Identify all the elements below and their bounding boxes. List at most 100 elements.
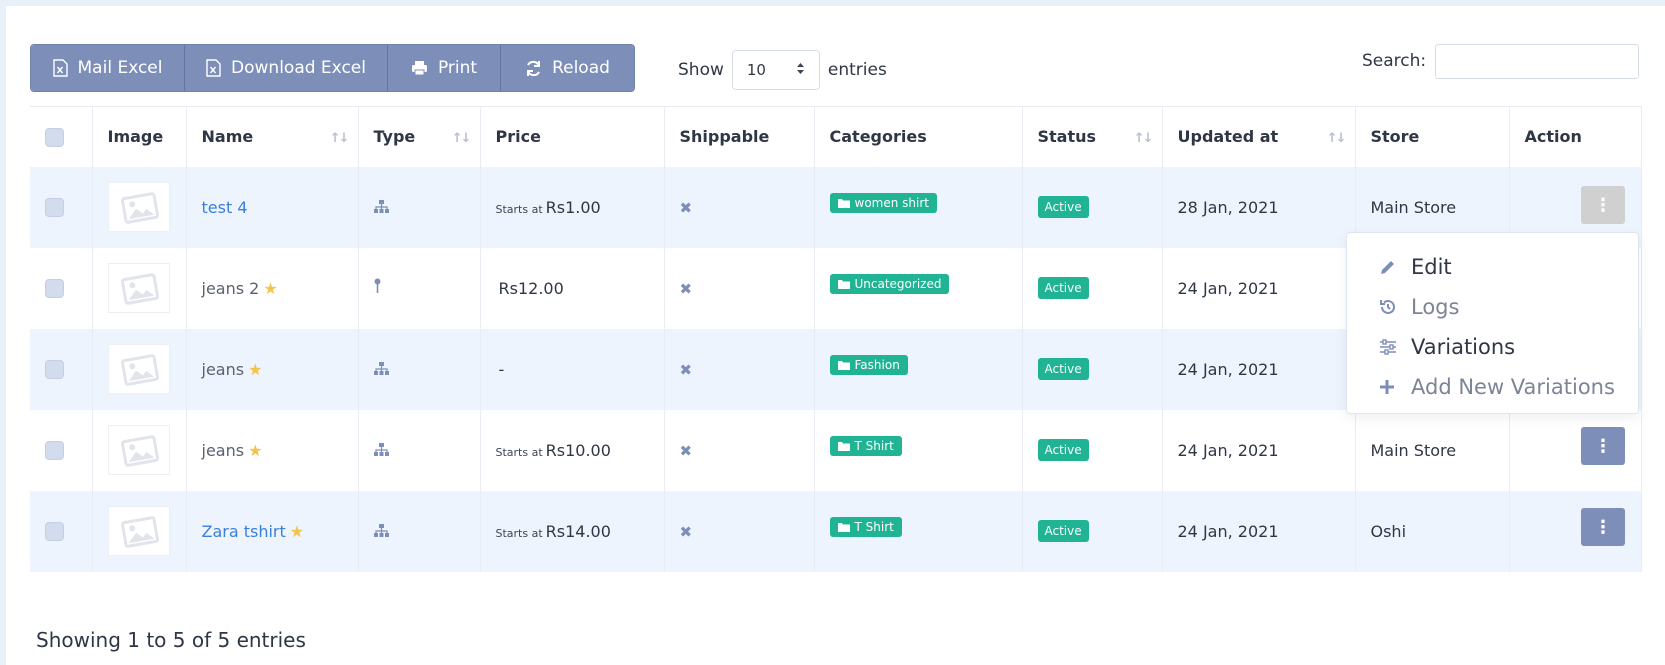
sort-icon[interactable]: ↑↓ bbox=[452, 131, 472, 146]
row-action-button[interactable]: ⋮ bbox=[1581, 508, 1625, 546]
row-select-cell bbox=[30, 167, 92, 248]
row-checkbox[interactable] bbox=[45, 522, 64, 541]
price-prefix: Starts at bbox=[495, 526, 543, 540]
status-badge: Active bbox=[1037, 358, 1089, 380]
star-icon: ★ bbox=[263, 278, 278, 298]
status-cell: Active bbox=[1021, 166, 1162, 248]
category-badge: women shirt bbox=[829, 193, 937, 213]
row-action-menu: Edit Logs Variations Add New Variations bbox=[1346, 232, 1639, 414]
column-header-updated-label: Updated at bbox=[1177, 127, 1279, 147]
printer-icon bbox=[411, 60, 428, 76]
categories-cell: Uncategorized bbox=[813, 247, 1022, 329]
price-cell: - bbox=[479, 328, 664, 410]
row-select-cell bbox=[30, 491, 92, 572]
row-action-button[interactable]: ⋮ bbox=[1581, 186, 1625, 224]
column-header-updated-at[interactable]: Updated at ↑↓ bbox=[1161, 106, 1355, 167]
sort-icon[interactable]: ↑↓ bbox=[330, 131, 350, 146]
store-cell: Main Store bbox=[1354, 409, 1509, 491]
page-length-value: 10 bbox=[746, 61, 766, 79]
price-value: - bbox=[498, 359, 505, 379]
times-icon: ✖ bbox=[679, 441, 693, 460]
row-select-cell bbox=[30, 410, 92, 491]
row-action-button[interactable]: ⋮ bbox=[1581, 427, 1625, 465]
select-all-checkbox[interactable] bbox=[45, 127, 64, 147]
show-label: Show bbox=[678, 60, 724, 80]
product-name[interactable]: test 4 bbox=[202, 198, 248, 217]
product-image-placeholder bbox=[107, 506, 170, 556]
image-cell bbox=[91, 490, 186, 572]
type-cell bbox=[357, 166, 480, 248]
mail-excel-button[interactable]: Mail Excel bbox=[31, 45, 185, 91]
product-name: jeans 2 bbox=[201, 278, 260, 298]
name-cell: Zara tshirt ★ bbox=[185, 490, 358, 572]
row-checkbox[interactable] bbox=[45, 360, 64, 379]
product-name[interactable]: Zara tshirt bbox=[202, 522, 286, 541]
entries-label: entries bbox=[827, 60, 887, 80]
ellipsis-vertical-icon: ⋮ bbox=[1594, 194, 1612, 216]
times-icon: ✖ bbox=[679, 360, 693, 379]
column-header-shippable: Shippable bbox=[663, 106, 814, 167]
pin-icon bbox=[374, 278, 381, 298]
excel-file-icon bbox=[52, 59, 68, 77]
table-row: jeans ★ Starts at Rs10.00 ✖ T Shirt Active… bbox=[30, 409, 1641, 491]
image-cell bbox=[91, 247, 186, 329]
type-cell bbox=[357, 490, 480, 572]
folder-open-icon bbox=[837, 360, 850, 370]
search-control: Search: bbox=[1362, 42, 1640, 80]
price-cell: Starts at Rs1.00 bbox=[479, 166, 664, 248]
column-header-name[interactable]: Name ↑↓ bbox=[185, 106, 358, 167]
row-checkbox[interactable] bbox=[45, 441, 64, 460]
menu-item-variations[interactable]: Variations bbox=[1347, 327, 1638, 367]
price-cell: Starts at Rs10.00 bbox=[479, 409, 664, 491]
menu-item-logs[interactable]: Logs bbox=[1347, 287, 1638, 327]
column-header-type[interactable]: Type ↑↓ bbox=[357, 106, 480, 167]
star-icon: ★ bbox=[248, 440, 263, 460]
row-checkbox[interactable] bbox=[45, 279, 64, 298]
sort-icon[interactable]: ↑↓ bbox=[1327, 131, 1347, 146]
menu-item-variations-label: Variations bbox=[1411, 335, 1516, 359]
type-cell bbox=[357, 409, 480, 491]
menu-item-add-new-variations[interactable]: Add New Variations bbox=[1347, 367, 1638, 407]
status-cell: Active bbox=[1021, 490, 1162, 572]
menu-item-edit[interactable]: Edit bbox=[1347, 247, 1638, 287]
status-badge: Active bbox=[1037, 196, 1089, 218]
folder-open-icon bbox=[837, 279, 850, 289]
price-value: Rs12.00 bbox=[498, 278, 564, 298]
column-header-type-label: Type bbox=[373, 127, 416, 147]
select-arrows-icon bbox=[796, 61, 805, 79]
shippable-cell: ✖ bbox=[663, 409, 814, 491]
download-excel-button[interactable]: Download Excel bbox=[185, 45, 388, 91]
category-label: women shirt bbox=[854, 196, 929, 210]
reload-button[interactable]: Reload bbox=[501, 45, 634, 91]
type-cell bbox=[357, 247, 480, 329]
column-header-status[interactable]: Status ↑↓ bbox=[1021, 106, 1162, 167]
page-length-select[interactable]: 10 bbox=[731, 50, 820, 90]
row-select-cell bbox=[30, 329, 92, 410]
folder-open-icon bbox=[837, 441, 850, 451]
ellipsis-vertical-icon: ⋮ bbox=[1594, 516, 1612, 538]
shippable-cell: ✖ bbox=[663, 328, 814, 410]
image-cell bbox=[91, 328, 186, 410]
menu-item-logs-label: Logs bbox=[1411, 295, 1460, 319]
categories-cell: T Shirt bbox=[813, 490, 1022, 572]
product-name: jeans bbox=[201, 440, 245, 460]
sitemap-icon bbox=[373, 360, 389, 379]
times-icon: ✖ bbox=[679, 198, 693, 217]
row-checkbox[interactable] bbox=[45, 198, 64, 217]
name-cell: jeans ★ bbox=[185, 328, 358, 410]
search-label: Search: bbox=[1362, 51, 1427, 71]
sliders-icon bbox=[1379, 339, 1399, 355]
updated-at-cell: 28 Jan, 2021 bbox=[1161, 166, 1355, 248]
column-header-action: Action bbox=[1508, 106, 1641, 167]
status-badge: Active bbox=[1037, 520, 1089, 542]
print-label: Print bbox=[437, 58, 478, 78]
sort-icon[interactable]: ↑↓ bbox=[1134, 131, 1154, 146]
plus-icon bbox=[1379, 379, 1399, 395]
reload-label: Reload bbox=[552, 58, 610, 78]
price-value: Rs10.00 bbox=[545, 440, 611, 460]
category-badge: Fashion bbox=[829, 355, 908, 375]
search-input[interactable] bbox=[1435, 43, 1640, 79]
updated-at-cell: 24 Jan, 2021 bbox=[1161, 490, 1355, 572]
category-badge: T Shirt bbox=[829, 517, 902, 537]
print-button[interactable]: Print bbox=[388, 45, 501, 91]
